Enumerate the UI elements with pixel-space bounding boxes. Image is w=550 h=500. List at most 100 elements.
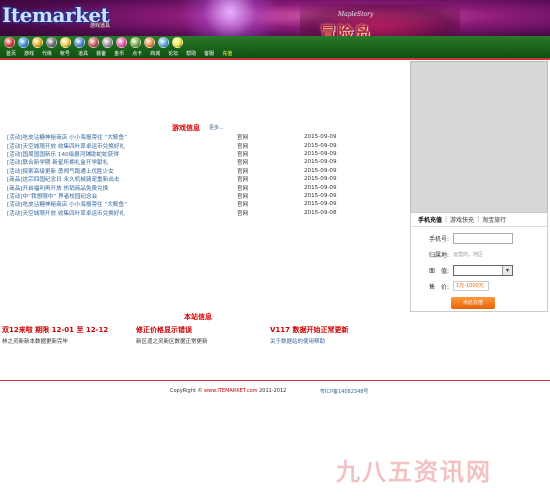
notice-head: 双12来啦 期限 12-01 至 12-12 <box>2 326 109 334</box>
nav-link[interactable]: 道具 <box>74 50 92 57</box>
region-value: 运营商，地区 <box>453 251 484 258</box>
nav-link[interactable]: 论坛 <box>164 50 182 57</box>
notice-sub: 新区遗之灵新区数据正常更新 <box>136 339 208 345</box>
nav-link[interactable]: 充值 <box>218 50 236 57</box>
news-item-link[interactable]: [活动]中“我想限中” 界者校园纪念会 <box>7 192 237 200</box>
nav-link[interactable]: 帮助 <box>182 50 200 57</box>
news-item-link[interactable]: [活动]吃皮沾糖神秘商店 小小海报旁往 “大鲸鱼” <box>7 200 237 208</box>
nav-link[interactable]: 游戏 <box>20 50 38 57</box>
copyright-years: 2011-2012 <box>257 388 287 394</box>
nav-link[interactable]: 点卡 <box>128 50 146 57</box>
nav-links: 首页 游戏 代练 帐号 道具 装备 金币 点卡 商城 论坛 帮助 客服 充值 <box>2 50 236 57</box>
news-date: 2015-09-09 <box>304 176 337 183</box>
game-logo: MapleStory <box>338 11 374 18</box>
sword-icon[interactable] <box>102 37 113 48</box>
amount-label: 面 值: <box>428 267 449 275</box>
footer-divider <box>0 380 550 381</box>
news-row: [活动]天空城限开放 收集四叶草卓运币兑换好礼 官网 2015-09-09 <box>7 141 342 150</box>
cup-icon[interactable] <box>144 37 155 48</box>
news-item-link[interactable]: [商品]这宗四国纪念日 永久机械骑宠重新出击 <box>7 175 237 183</box>
news-source: 官网 <box>237 143 249 150</box>
star-icon[interactable] <box>60 37 71 48</box>
news-row: [活动]探索高级更新 勇闯气跑通上优胜少女 官网 2015-09-09 <box>7 167 342 175</box>
news-row: [活动]天空城限开放 收集四叶草卓运币兑换好礼 官网 2015-09-08 <box>7 209 342 217</box>
notice-help-link[interactable]: 关于数据站的使用帮助 <box>270 337 325 345</box>
nav-link[interactable]: 金币 <box>110 50 128 57</box>
site-logo-sub: 游戏道具 <box>90 23 111 29</box>
news-date: 2015-09-08 <box>304 209 337 216</box>
phone-row: 手机号: <box>411 230 547 246</box>
news-date: 2015-09-09 <box>304 159 337 166</box>
news-item-link[interactable]: [活动]吃皮沾糖神秘商店 小小海报旁往 “大鲸鱼” <box>7 133 237 141</box>
recharge-tabs: 手机充值 | 游戏快充 | 淘宝旅行 <box>411 213 547 227</box>
news-source: 官网 <box>237 185 249 192</box>
ball-icon[interactable] <box>74 37 85 48</box>
phone-input[interactable] <box>453 232 513 244</box>
news-item-link[interactable]: [商品]开启福利再开放 热销商品免费兑换 <box>7 184 237 192</box>
news-source: 官网 <box>237 160 249 167</box>
price-row: 售 价: 1元-1000元 <box>411 278 547 294</box>
tab-game-recharge[interactable]: 游戏快充 <box>447 215 477 224</box>
news-date: 2015-09-09 <box>304 184 337 191</box>
news-source: 官网 <box>237 177 249 184</box>
phone-label: 手机号: <box>428 235 449 243</box>
news-row: [活动]吃皮沾糖神秘商店 小小海报旁往 “大鲸鱼” 官网 2015-09-09 <box>7 133 342 141</box>
ring-icon[interactable] <box>158 37 169 48</box>
nav-link[interactable]: 客服 <box>200 50 218 57</box>
news-date: 2015-09-09 <box>304 192 337 199</box>
news-more-link[interactable]: 更多... <box>209 124 224 131</box>
home-icon[interactable] <box>4 37 15 48</box>
watermark: 九八五资讯网 <box>336 458 492 486</box>
shop-icon[interactable] <box>88 37 99 48</box>
news-date: 2015-09-09 <box>304 201 337 208</box>
news-title: 游戏信息 <box>172 124 200 132</box>
tab-phone-recharge[interactable]: 手机充值 <box>415 215 445 224</box>
shield-icon[interactable] <box>46 37 57 48</box>
copyright-text: CopyRight © <box>170 388 205 394</box>
chevron-down-icon[interactable]: ▾ <box>502 265 512 275</box>
news-row: [活动]中“我想限中” 界者校园纪念会 官网 2015-09-09 <box>7 192 342 200</box>
banner-glow <box>170 0 290 40</box>
news-date: 2015-09-09 <box>304 167 337 174</box>
region-label: 归属地: <box>428 251 449 259</box>
amount-select[interactable]: ▾ <box>453 264 513 276</box>
gift-icon[interactable] <box>116 37 127 48</box>
news-source: 官网 <box>237 210 249 217</box>
recharge-button[interactable]: 点此充值 <box>451 297 495 309</box>
news-source: 官网 <box>237 135 249 142</box>
nav-icon-bar <box>4 37 183 48</box>
news-source: 官网 <box>237 202 249 209</box>
coin-icon[interactable] <box>32 37 43 48</box>
site-info-title: 本站信息 <box>184 313 212 321</box>
price-label: 售 价: <box>428 283 449 291</box>
nav-link[interactable]: 装备 <box>92 50 110 57</box>
price-value: 1元-1000元 <box>453 281 489 291</box>
tab-taobao-travel[interactable]: 淘宝旅行 <box>479 215 509 224</box>
news-row: [活动]吃皮沾糖神秘商店 小小海报旁往 “大鲸鱼” 官网 2015-09-09 <box>7 200 342 208</box>
nav-link[interactable]: 商城 <box>146 50 164 57</box>
nav-link[interactable]: 首页 <box>2 50 20 57</box>
crown-icon[interactable] <box>172 37 183 48</box>
news-date: 2015-09-09 <box>304 134 337 141</box>
news-item-link[interactable]: [活动]天空城限开放 收集四叶草卓运币兑换好礼 <box>7 209 237 217</box>
notice-head: V117 数据开始正常更新 <box>270 326 349 334</box>
news-item-link[interactable]: [活动]天空城限开放 收集四叶草卓运币兑换好礼 <box>7 142 237 150</box>
footer-site-link[interactable]: www.ITEMARKET.com <box>204 388 257 394</box>
footer-icp-link[interactable]: 粤ICP备14082348号 <box>320 388 368 395</box>
bag-icon[interactable] <box>130 37 141 48</box>
nav-link[interactable]: 代练 <box>38 50 56 57</box>
news-date: 2015-09-09 <box>304 150 337 157</box>
news-row: [活动]联合新学期 新星所拥礼盒开学献礼 官网 2015-09-09 <box>7 158 342 166</box>
nav-link[interactable]: 帐号 <box>56 50 74 57</box>
notice-head: 修正价格显示错误 <box>136 326 192 334</box>
notice-sub: 林之灵新新本数据更新完毕 <box>2 339 69 345</box>
news-source: 官网 <box>237 151 249 158</box>
news-source: 官网 <box>237 168 249 175</box>
news-row: [活动]国周国国新乐 140级爵河铺助蛇蛇获得 官网 2015-09-09 <box>7 150 342 158</box>
news-item-link[interactable]: [活动]探索高级更新 勇闯气跑通上优胜少女 <box>7 167 237 175</box>
news-date: 2015-09-09 <box>304 142 337 149</box>
news-item-link[interactable]: [活动]联合新学期 新星所拥礼盒开学献礼 <box>7 158 237 166</box>
amount-row: 面 值: ▾ <box>411 262 547 278</box>
news-item-link[interactable]: [活动]国周国国新乐 140级爵河铺助蛇蛇获得 <box>7 150 237 158</box>
gem-icon[interactable] <box>18 37 29 48</box>
